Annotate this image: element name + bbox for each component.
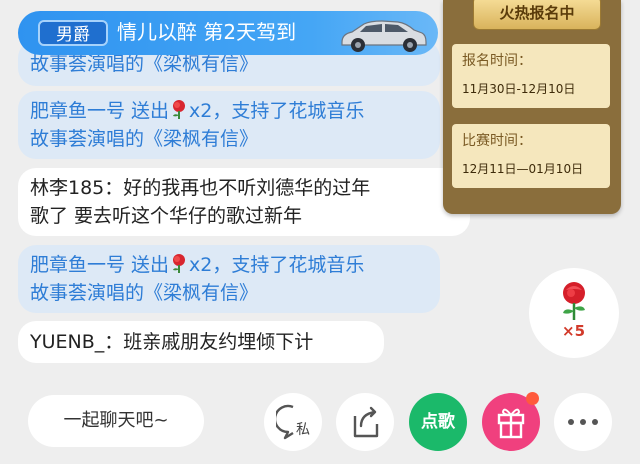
share-icon: [353, 406, 379, 438]
gift-text: x2，支持了花城音乐: [189, 254, 365, 276]
message-line: 故事荟演唱的《梁枫有信》: [30, 128, 259, 150]
contest-time-label: 比赛时间：: [462, 133, 532, 149]
rose-count: ×5: [562, 322, 586, 340]
vip-entry-text: 情儿以醉 第2天驾到: [117, 20, 297, 44]
rose-icon: [173, 254, 186, 273]
sender-text: 肥章鱼一号 送出: [30, 100, 170, 122]
event-ribbon: 火热报名中: [473, 0, 601, 30]
message-line: YUENB_：班亲戚朋友约埋倾下计: [30, 331, 314, 353]
rose-icon: [563, 282, 585, 320]
message-line: 故事荟演唱的《梁枫有信》: [30, 282, 259, 304]
more-icon: [568, 419, 598, 425]
chat-message-gift: 肥章鱼一号 送出 x2，支持了花城音乐 故事荟演唱的《梁枫有信》: [18, 245, 440, 313]
contest-time-value: 12月11日—01月10日: [462, 162, 584, 176]
registration-time-label: 报名时间：: [462, 53, 532, 69]
live-room-screen: 故事荟演唱的《梁枫有信》 肥章鱼一号 送出 x2，支持了花城音乐 故事荟演唱的《梁…: [0, 0, 640, 464]
rose-icon: [173, 100, 186, 119]
car-icon: [341, 20, 427, 52]
sender-text: 肥章鱼一号 送出: [30, 254, 170, 276]
vip-rank-badge: 男爵: [38, 20, 108, 46]
chat-message-user: YUENB_：班亲戚朋友约埋倾下计: [18, 321, 384, 363]
contest-time-card: 比赛时间： 12月11日—01月10日: [452, 124, 610, 188]
registration-time-value: 11月30日-12月10日: [462, 82, 576, 96]
chat-message-gift: 肥章鱼一号 送出 x2，支持了花城音乐 故事荟演唱的《梁枫有信》: [18, 91, 440, 159]
chat-message-user: 林李185：好的我再也不听刘德华的过年 歌了 要去听这个华仔的歌过新年: [18, 168, 470, 236]
chat-input[interactable]: 一起聊天吧~: [28, 395, 204, 447]
message-line: 歌了 要去听这个华仔的歌过新年: [30, 205, 303, 227]
request-song-label: 点歌: [421, 412, 455, 432]
private-chat-label: 私: [296, 422, 310, 438]
message-line: 肥章鱼一号 送出 x2，支持了花城音乐: [30, 251, 428, 279]
gift-text: x2，支持了花城音乐: [189, 100, 365, 122]
message-line: 肥章鱼一号 送出 x2，支持了花城音乐: [30, 97, 428, 125]
message-line: 林李185：好的我再也不听刘德华的过年: [30, 177, 371, 199]
gift-icon: [497, 408, 525, 439]
registration-time-card: 报名时间： 11月30日-12月10日: [452, 44, 610, 108]
notification-dot: [526, 392, 539, 405]
